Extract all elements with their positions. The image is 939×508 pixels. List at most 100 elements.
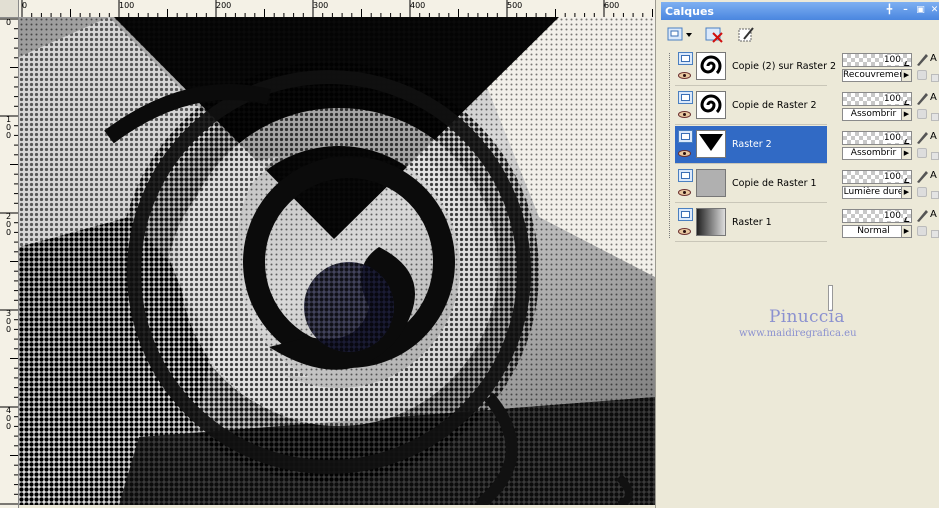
layer-list: Copie (2) sur Raster 2 Copie de Raster 2… [665,48,836,508]
opacity-value: 100 [883,211,901,221]
lock-checkbox[interactable] [931,152,939,160]
layer-row[interactable]: Raster 1 [675,204,827,242]
blend-mode-value: Assombrir [850,148,897,158]
opacity-slider[interactable]: 100 [842,92,912,106]
restore-icon[interactable]: ▣ [914,4,927,17]
ruler-label: 100 [6,115,12,140]
layer-thumbnail [696,208,726,236]
ruler-label: 0 [6,18,12,27]
layer-visibility-mask-icon[interactable] [678,169,693,182]
delete-layer-icon [705,27,723,43]
brush-icon[interactable] [915,130,929,145]
layer-props-row: 100 Lumière dure ▶ A [839,165,939,202]
horizontal-ruler: 0 100 200 300 400 500 600 [0,0,655,18]
layers-palette: Calques ╋ – ▣ ✕ Copie (2) sur Raster 2 C… [661,2,939,508]
eye-icon[interactable] [678,72,691,79]
layer-properties-column: 100 Recouvrement ▶ A 100 Assombrir ▶ A 1… [839,48,939,508]
lock-checkbox[interactable] [931,113,939,121]
ruler-label: 200 [6,212,12,237]
link-icon[interactable] [917,148,927,158]
brush-icon[interactable] [915,91,929,106]
blend-mode-value: Recouvrement [843,70,904,80]
ruler-label: 600 [604,1,620,10]
opacity-slider[interactable]: 100 [842,53,912,67]
palette-title: Calques [665,5,714,18]
lock-checkbox[interactable] [931,230,939,238]
dropdown-arrow-icon[interactable]: ▶ [901,226,911,237]
blend-mode-select[interactable]: Recouvrement ▶ [842,69,912,82]
layer-row[interactable]: Copie de Raster 2 [675,87,827,125]
link-icon[interactable] [917,70,927,80]
blend-mode-value: Lumière dure [843,187,904,197]
layer-visibility-mask-icon[interactable] [678,91,693,104]
ruler-label: 300 [313,1,329,10]
ruler-label: 500 [507,1,523,10]
brush-icon[interactable] [915,208,929,223]
layer-visibility-mask-icon[interactable] [678,208,693,221]
layers-toolbar [661,21,939,47]
layer-name: Copie de Raster 2 [732,100,817,111]
close-icon[interactable]: ✕ [928,4,939,17]
blend-mode-select[interactable]: Lumière dure ▶ [842,186,912,199]
slider-mark [904,139,911,144]
blend-mode-value: Assombrir [850,109,897,119]
eye-icon[interactable] [678,111,691,118]
slider-mark [904,217,911,222]
link-icon[interactable] [917,187,927,197]
opacity-slider[interactable]: 100 [842,170,912,184]
layer-name: Copie de Raster 1 [732,178,817,189]
lock-label: A [930,170,937,181]
lock-label: A [930,131,937,142]
watermark-title: Pinuccia [769,307,845,327]
slider-mark [904,178,911,183]
lock-label: A [930,92,937,103]
layer-name: Copie (2) sur Raster 2 [732,61,837,72]
palette-titlebar[interactable]: Calques ╋ – ▣ ✕ [661,2,939,20]
eye-icon[interactable] [678,228,691,235]
ruler-label: 300 [6,309,12,334]
new-layer-button[interactable] [665,24,695,45]
brush-icon[interactable] [915,52,929,67]
brush-icon[interactable] [915,169,929,184]
layer-name: Raster 2 [732,139,772,150]
layer-row[interactable]: Copie de Raster 1 [675,165,827,203]
minimize-icon[interactable]: – [899,4,912,17]
lock-label: A [930,209,937,220]
lock-checkbox[interactable] [931,191,939,199]
eye-icon[interactable] [678,189,691,196]
opacity-value: 100 [883,133,901,143]
ruler-label: 100 [119,1,135,10]
dropdown-arrow-icon[interactable]: ▶ [901,109,911,120]
slider-mark [904,100,911,105]
lock-checkbox[interactable] [931,74,939,82]
vertical-ruler: 0 100 200 300 400 [0,17,19,508]
layer-props-row: 100 Assombrir ▶ A [839,126,939,163]
blend-mode-select[interactable]: Normal ▶ [842,225,912,238]
link-icon[interactable] [917,109,927,119]
layer-props-row: 100 Normal ▶ A [839,204,939,241]
layer-props-row: 100 Assombrir ▶ A [839,87,939,124]
dropdown-arrow-icon[interactable]: ▶ [901,70,911,81]
link-icon[interactable] [917,226,927,236]
layer-properties-button[interactable] [735,24,759,45]
opacity-slider[interactable]: 100 [842,131,912,145]
delete-layer-button[interactable] [703,24,727,45]
layer-thumbnail [696,169,726,197]
dropdown-arrow-icon[interactable]: ▶ [901,187,911,198]
ruler-label: 400 [6,406,12,431]
image-canvas[interactable] [19,17,655,505]
layer-visibility-mask-icon[interactable] [678,130,693,143]
blend-mode-select[interactable]: Assombrir ▶ [842,108,912,121]
layer-visibility-mask-icon[interactable] [678,52,693,65]
dropdown-arrow-icon[interactable]: ▶ [901,148,911,159]
blend-mode-select[interactable]: Assombrir ▶ [842,147,912,160]
halftone-artwork [19,17,655,505]
pin-icon[interactable]: ╋ [883,4,896,17]
layer-name: Raster 1 [732,217,772,228]
opacity-slider[interactable]: 100 [842,209,912,223]
new-layer-icon [667,27,692,41]
ruler-label: 400 [410,1,426,10]
layer-row-selected[interactable]: Raster 2 [675,126,827,164]
eye-icon[interactable] [678,150,691,157]
layer-row[interactable]: Copie (2) sur Raster 2 [675,48,836,86]
